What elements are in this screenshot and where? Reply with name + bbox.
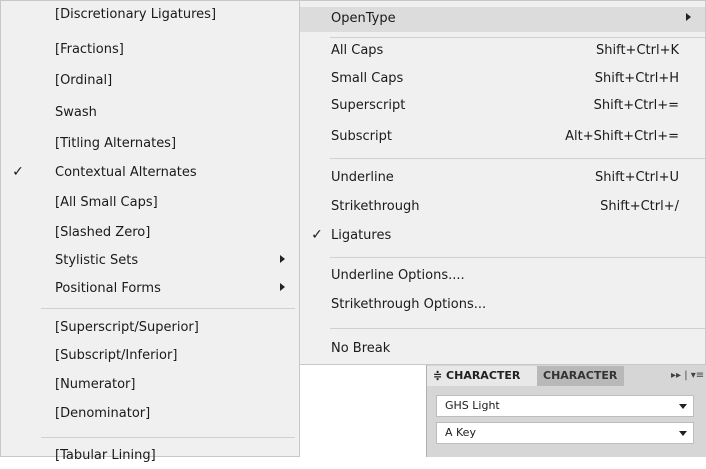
menu-separator <box>41 437 295 438</box>
menu-item-swash[interactable]: Swash <box>1 101 299 126</box>
type-context-menu: OpenType All Caps Shift+Ctrl+K Small Caps… <box>299 0 706 365</box>
menu-separator <box>41 308 295 309</box>
font-style-value: A Key <box>445 426 476 439</box>
chevron-down-icon <box>679 431 687 436</box>
menu-item-ordinal[interactable]: [Ordinal] <box>1 69 299 94</box>
menu-item-superscript[interactable]: Superscript Shift+Ctrl+= <box>300 94 705 119</box>
menu-separator <box>330 158 705 159</box>
menu-item-ligatures[interactable]: ✓ Ligatures <box>300 224 705 249</box>
menu-item-strikethrough[interactable]: Strikethrough Shift+Ctrl+/ <box>300 195 705 220</box>
menu-separator <box>330 328 705 329</box>
menu-item-opentype[interactable]: OpenType <box>300 7 705 32</box>
submenu-arrow-icon <box>280 255 285 263</box>
menu-item-contextual-alternates[interactable]: ✓ Contextual Alternates <box>1 161 299 186</box>
menu-item-underline-options[interactable]: Underline Options.... <box>300 264 705 289</box>
font-style-select[interactable]: A Key <box>436 422 694 444</box>
font-family-select[interactable]: GHS Light <box>436 395 694 417</box>
menu-item-no-break[interactable]: No Break <box>300 337 705 362</box>
check-icon: ✓ <box>12 164 24 180</box>
tab-character-secondary[interactable]: CHARACTER <box>537 366 624 386</box>
menu-item-small-caps[interactable]: Small Caps Shift+Ctrl+H <box>300 67 705 92</box>
menu-separator <box>330 37 705 38</box>
menu-item-superscript-superior[interactable]: [Superscript/Superior] <box>1 316 299 341</box>
menu-item-strikethrough-options[interactable]: Strikethrough Options... <box>300 293 705 318</box>
submenu-arrow-icon <box>686 13 691 21</box>
menu-item-positional-forms[interactable]: Positional Forms <box>1 277 299 302</box>
menu-item-discretionary-ligatures[interactable]: [Discretionary Ligatures] <box>1 3 299 28</box>
chevron-down-icon <box>679 404 687 409</box>
panel-menu-controls[interactable]: ▸▸ | ▾≡ <box>671 366 704 386</box>
opentype-submenu: [Discretionary Ligatures] [Fractions] [O… <box>0 0 300 463</box>
menu-item-subscript[interactable]: Subscript Alt+Shift+Ctrl+= <box>300 125 705 150</box>
character-panel: ≑ CHARACTER CHARACTER ▸▸ | ▾≡ GHS Light … <box>426 365 706 457</box>
menu-item-numerator[interactable]: [Numerator] <box>1 373 299 398</box>
font-family-value: GHS Light <box>445 399 500 412</box>
check-icon: ✓ <box>311 227 323 243</box>
menu-item-subscript-inferior[interactable]: [Subscript/Inferior] <box>1 344 299 369</box>
menu-separator <box>330 257 705 258</box>
menu-item-titling-alternates[interactable]: [Titling Alternates] <box>1 132 299 157</box>
menu-item-stylistic-sets[interactable]: Stylistic Sets <box>1 249 299 274</box>
menu-item-underline[interactable]: Underline Shift+Ctrl+U <box>300 166 705 191</box>
menu-item-fractions[interactable]: [Fractions] <box>1 38 299 63</box>
tab-character[interactable]: ≑ CHARACTER <box>427 366 543 386</box>
submenu-arrow-icon <box>280 283 285 291</box>
menu-item-all-caps[interactable]: All Caps Shift+Ctrl+K <box>300 39 705 64</box>
menu-item-denominator[interactable]: [Denominator] <box>1 402 299 427</box>
menu-item-slashed-zero[interactable]: [Slashed Zero] <box>1 221 299 246</box>
menu-item-all-small-caps[interactable]: [All Small Caps] <box>1 191 299 216</box>
